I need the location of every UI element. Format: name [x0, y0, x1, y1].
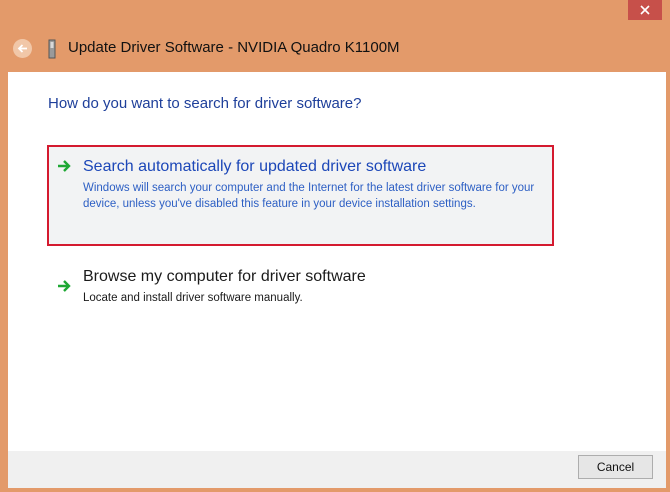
dialog-content: How do you want to search for driver sof…	[8, 72, 666, 451]
title-bar: Update Driver Software - NVIDIA Quadro K…	[0, 30, 670, 68]
dialog-heading: How do you want to search for driver sof…	[48, 95, 362, 112]
dialog-footer: Cancel	[8, 451, 666, 488]
dialog-window: Update Driver Software - NVIDIA Quadro K…	[0, 0, 670, 492]
back-button[interactable]	[13, 39, 32, 58]
green-arrow-icon	[58, 280, 71, 292]
window-title: Update Driver Software - NVIDIA Quadro K…	[68, 39, 400, 56]
device-icon	[48, 39, 56, 59]
close-icon	[640, 5, 650, 15]
browse-computer-option[interactable]: Browse my computer for driver software L…	[47, 265, 553, 313]
close-button[interactable]	[628, 0, 662, 20]
back-arrow-icon	[17, 44, 27, 53]
highlight-frame	[47, 145, 554, 246]
option-title: Browse my computer for driver software	[83, 268, 366, 285]
option-description: Locate and install driver software manua…	[83, 292, 303, 304]
cancel-button[interactable]: Cancel	[578, 455, 653, 479]
